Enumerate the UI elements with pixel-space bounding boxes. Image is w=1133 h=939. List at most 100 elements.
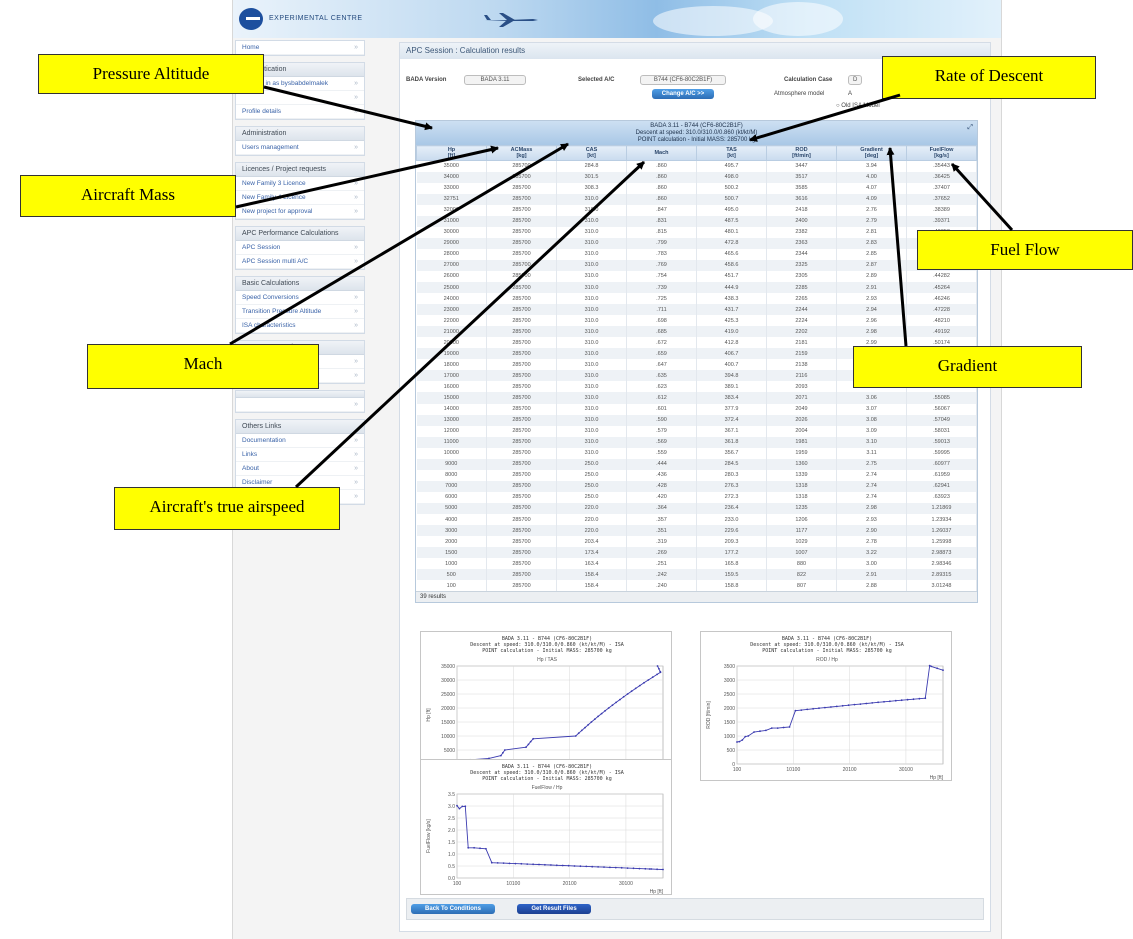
bada-version-label: BADA Version bbox=[406, 77, 447, 83]
table-cell: 24000 bbox=[416, 293, 487, 305]
get-result-files-button[interactable]: Get Result Files bbox=[517, 904, 591, 914]
x-tick-label: 30100 bbox=[619, 881, 633, 887]
column-header[interactable]: Gradient [deg] bbox=[836, 145, 907, 161]
table-cell: 7000 bbox=[416, 480, 487, 492]
atmosphere-model-value[interactable]: A bbox=[848, 91, 852, 97]
table-cell: 487.5 bbox=[696, 215, 767, 227]
table-cell: 406.7 bbox=[696, 348, 767, 360]
column-header[interactable]: Mach bbox=[626, 145, 697, 161]
sidebar-item-label: Speed Conversions bbox=[242, 294, 299, 301]
sidebar-section-heading bbox=[236, 391, 364, 398]
sidebar-item[interactable]: Links » bbox=[236, 448, 364, 462]
table-cell: 310.0 bbox=[556, 282, 627, 294]
data-point bbox=[626, 867, 629, 869]
table-cell: .48210 bbox=[906, 315, 977, 327]
y-tick-label: 1.5 bbox=[448, 840, 455, 846]
table-cell: .55085 bbox=[906, 392, 977, 404]
sidebar-item[interactable]: Transition Pressure Altitude » bbox=[236, 305, 364, 319]
chart-subtitle: Hp / TAS bbox=[537, 657, 557, 663]
table-cell: 285700 bbox=[486, 248, 557, 260]
expand-icon[interactable]: ⤢ bbox=[967, 124, 973, 131]
data-point bbox=[942, 669, 944, 672]
table-cell: 285700 bbox=[486, 359, 557, 371]
table-cell: 285700 bbox=[486, 370, 557, 382]
sidebar-item[interactable]: Users management » bbox=[236, 141, 364, 155]
table-cell: 310.0 bbox=[556, 348, 627, 360]
eurocontrol-logo-icon[interactable] bbox=[239, 8, 263, 30]
sidebar-item[interactable]: Profile details » bbox=[236, 105, 364, 119]
table-row: 11000 285700 310.0.569 361.8 1981 3.10.59013 bbox=[416, 436, 977, 448]
chart-title-line: POINT calculation - Initial MASS: 285700… bbox=[482, 776, 611, 782]
table-cell: 285700 bbox=[486, 558, 557, 570]
sidebar-item[interactable]: New project for approval » bbox=[236, 205, 364, 219]
data-point bbox=[638, 684, 641, 687]
table-cell: 285700 bbox=[486, 502, 557, 514]
sidebar-item[interactable]: Documentation » bbox=[236, 434, 364, 448]
table-cell: .59995 bbox=[906, 447, 977, 459]
table-cell: .847 bbox=[626, 204, 697, 216]
table-cell: 472.8 bbox=[696, 237, 767, 249]
table-cell: 310.0 bbox=[556, 304, 627, 316]
table-cell: 3.11 bbox=[836, 447, 907, 459]
calculation-case-value[interactable]: D bbox=[848, 75, 862, 85]
back-to-conditions-button[interactable]: Back To Conditions bbox=[411, 904, 495, 914]
sidebar-item[interactable]: ISA characteristics » bbox=[236, 319, 364, 333]
table-cell: .783 bbox=[626, 248, 697, 260]
table-cell: 2305 bbox=[766, 270, 837, 283]
sidebar-section-heading: Basic Calculations bbox=[236, 277, 364, 291]
table-row: 4000 285700 220.0.357 233.0 1206 2.93 1.23934 bbox=[416, 514, 977, 526]
chevron-right-icon: » bbox=[354, 108, 358, 115]
table-cell: 2363 bbox=[766, 237, 837, 249]
table-cell: 284.8 bbox=[556, 160, 627, 172]
table-cell: 444.9 bbox=[696, 282, 767, 294]
table-cell: 377.9 bbox=[696, 403, 767, 415]
table-row: 32751 285700 310.0.860 500.7 3616 4.09.37652 bbox=[416, 193, 977, 205]
column-header[interactable]: TAS [kt] bbox=[696, 145, 767, 161]
x-tick-label: 10100 bbox=[786, 767, 800, 773]
table-cell: 13000 bbox=[416, 414, 487, 426]
column-header[interactable]: FuelFlow [kg/s] bbox=[906, 145, 977, 161]
table-cell: 807 bbox=[766, 580, 837, 592]
sidebar-item[interactable]: APC Session » bbox=[236, 241, 364, 255]
table-cell: 1177 bbox=[766, 525, 837, 537]
data-point bbox=[479, 847, 481, 850]
old-isa-model-radio[interactable]: ○ Old ISA Model bbox=[836, 103, 880, 109]
chart-rod-hp-svg: BADA 3.11 - B744 (CF6-80C2B1F)Descent at… bbox=[706, 636, 944, 781]
data-point bbox=[604, 709, 606, 712]
sidebar-item[interactable]: Speed Conversions » bbox=[236, 291, 364, 305]
column-header[interactable]: ACMass [kg] bbox=[486, 145, 557, 161]
table-title-line: Descent at speed: 310.0/310.0/0.860 (kt/… bbox=[635, 130, 758, 136]
table-cell: 465.6 bbox=[696, 248, 767, 260]
table-cell: 1000 bbox=[416, 558, 487, 570]
y-tick-label: 15000 bbox=[441, 720, 455, 726]
table-cell: 165.8 bbox=[696, 558, 767, 570]
sidebar-item[interactable]: APC Session multi A/C » bbox=[236, 255, 364, 269]
table-cell: 2.98 bbox=[836, 502, 907, 514]
table-cell: 822 bbox=[766, 569, 837, 581]
sidebar-item[interactable]: » bbox=[236, 398, 364, 412]
table-cell: 2.81 bbox=[836, 226, 907, 238]
sidebar-item-home[interactable]: Home» bbox=[236, 41, 364, 55]
table-cell: .428 bbox=[626, 480, 697, 492]
data-point bbox=[467, 846, 470, 849]
column-header[interactable]: ROD [ft/min] bbox=[766, 145, 837, 161]
chevron-right-icon: » bbox=[354, 144, 358, 151]
table-cell: 2.98873 bbox=[906, 547, 977, 559]
sidebar-item[interactable]: New Family 4 Licence » bbox=[236, 191, 364, 205]
sidebar-item[interactable]: New Family 3 Licence » bbox=[236, 177, 364, 191]
table-cell: .251 bbox=[626, 558, 697, 570]
column-header[interactable]: Hp [ft] bbox=[416, 145, 487, 161]
table-cell: 2.93 bbox=[836, 514, 907, 526]
table-cell: 11000 bbox=[416, 436, 487, 448]
change-ac-button[interactable]: Change A/C >> bbox=[652, 89, 714, 99]
data-point bbox=[894, 699, 897, 702]
table-cell: 285700 bbox=[486, 215, 557, 227]
table-cell: 2181 bbox=[766, 337, 837, 349]
table-cell: 310.0 bbox=[556, 337, 627, 349]
column-header[interactable]: CAS [kt] bbox=[556, 145, 627, 161]
sidebar-section: » bbox=[235, 390, 365, 413]
data-point bbox=[643, 681, 645, 684]
table-cell: 2.91 bbox=[836, 569, 907, 581]
sidebar-item[interactable]: About » bbox=[236, 462, 364, 476]
data-point bbox=[841, 704, 844, 707]
